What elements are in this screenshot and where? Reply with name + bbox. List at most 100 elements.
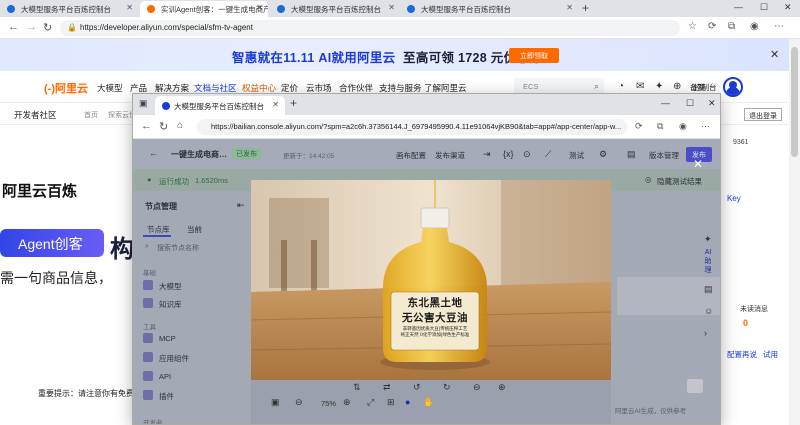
publish-channel-button[interactable]: 发布渠道 [435,150,465,161]
save-icon[interactable]: ▤ [627,149,636,160]
close-preview-icon[interactable]: ✕ [693,157,703,171]
extension-icon[interactable]: ⟳ [708,21,716,32]
profile-icon[interactable]: ◉ [750,21,759,32]
history-icon[interactable]: ⊙ [523,149,531,160]
sparkle-icon[interactable]: ✦ [704,234,712,245]
test-button[interactable]: 测试 [569,150,584,161]
zoom-level[interactable]: 75% [321,399,336,408]
page-scrollbar[interactable] [789,39,800,425]
fit-icon[interactable]: ⤢ [367,397,374,408]
more-icon[interactable]: ⋯ [774,21,784,32]
hide-result-link[interactable]: 隐藏测试结果 [657,176,702,187]
rotate-left-icon[interactable]: ↺ [413,382,421,393]
extension-icon[interactable]: ⧉ [657,121,663,132]
api-key-link[interactable]: Key [727,194,741,203]
console-link[interactable]: 控制台 [694,82,717,93]
collapse-icon[interactable]: ⇤ [237,200,245,211]
avatar[interactable] [723,77,743,97]
node-kb[interactable]: 知识库 [159,299,182,310]
banner-cta-button[interactable]: 立即领取 [509,48,559,63]
collections-icon[interactable]: ⧉ [728,21,735,32]
chart-icon[interactable]: ⟋ [545,149,551,160]
browser-tab[interactable]: 大模型服务平台百炼控制台 ✕ [0,1,138,17]
back-icon[interactable]: ← [8,21,19,33]
refresh-page-icon[interactable]: ⟳ [635,121,643,132]
scrollbar-thumb[interactable] [791,47,798,157]
tab-node-library[interactable]: 节点库 [147,224,170,235]
forward-icon[interactable]: → [26,21,37,33]
language-icon[interactable]: ⊕ [673,81,681,92]
ai-assistant-label[interactable]: AI助理 [702,248,714,275]
flip-horizontal-icon[interactable]: ⇄ [383,382,391,393]
zoom-out-icon[interactable]: ⊖ [473,382,481,393]
settings-icon[interactable]: ⚙ [599,149,607,160]
flip-vertical-icon[interactable]: ⇅ [353,382,361,393]
rotate-right-icon[interactable]: ↻ [443,382,451,393]
minimize-icon[interactable]: — [734,2,743,12]
favorite-star-icon[interactable]: ☆ [688,21,697,32]
close-icon[interactable]: ✕ [770,48,779,61]
browser-tab-active[interactable]: 实训Agent创客：一键生成电商产品 ✕ [140,1,268,17]
community-title[interactable]: 开发者社区 [14,109,57,121]
node-mcp[interactable]: MCP [159,334,176,343]
chevron-right-icon[interactable]: › [704,328,707,338]
zoom-in-icon[interactable]: ⊕ [343,397,351,408]
breadcrumb-home[interactable]: 首页 [84,110,98,120]
close-window-icon[interactable]: ✕ [708,98,716,109]
new-tab-icon[interactable]: + [582,1,589,15]
close-window-icon[interactable]: ✕ [784,2,792,13]
nav-item[interactable]: 大模型 [97,82,123,94]
logout-button[interactable]: 退出登录 [744,108,782,121]
canvas-config-button[interactable]: 画布配置 [396,150,426,161]
cart-icon[interactable]: ◔ [618,81,624,92]
reload-icon[interactable]: ↻ [159,120,168,133]
home-icon[interactable]: ⌂ [177,120,183,131]
message-icon[interactable]: ✉ [636,81,644,92]
zoom-in-icon[interactable]: ⊕ [498,382,506,393]
preview-image[interactable]: 东北黑土地 无公害大豆油 非转基因优质大豆|传统压榨工艺 纯正天然 0化学添加|… [251,180,611,380]
popup-url-field[interactable]: https://bailian.console.aliyun.com/?spm=… [197,119,627,135]
back-arrow-icon[interactable]: ← [149,148,158,158]
close-icon[interactable]: ✕ [126,3,133,12]
promo-banner[interactable]: 智惠就在11.11 AI就用阿里云 至高可领 1728 元优惠券 立即领取 ✕ [0,39,789,71]
node-llm[interactable]: 大模型 [159,281,182,292]
zoom-out-icon[interactable]: ⊖ [295,397,303,408]
url-field[interactable]: 🔒 https://developer.aliyun.com/special/s… [60,20,680,36]
maximize-icon[interactable]: ☐ [760,2,768,13]
trial-link[interactable]: 试用 [763,349,778,360]
browser-tab[interactable]: 大模型服务平台百炼控制台 ✕ [400,1,578,17]
version-button[interactable]: 版本管理 [649,150,679,161]
pointer-icon[interactable]: ● [405,397,410,407]
layout-icon[interactable]: ⊞ [387,397,395,408]
minimize-icon[interactable]: — [661,98,670,108]
close-icon[interactable]: ✕ [566,3,573,12]
node-app[interactable]: 应用组件 [159,353,189,364]
variable-icon[interactable]: {x} [503,149,514,159]
browser-tab[interactable]: 大模型服务平台百炼控制台 ✕ [270,1,400,17]
hand-icon[interactable]: ✋ [423,397,434,408]
close-icon[interactable]: ✕ [388,3,395,12]
reload-icon[interactable]: ↻ [43,21,52,34]
eye-off-icon[interactable]: ◎ [645,175,652,184]
aliyun-logo[interactable]: (-)阿里云 [44,80,88,96]
profile-icon[interactable]: ◉ [679,121,687,132]
node-api[interactable]: API [159,372,171,381]
tab-current[interactable]: 当前 [187,224,202,235]
config-link[interactable]: 配置再说 [727,349,757,360]
node-search-input[interactable]: ⌕ 搜索节点名称 [143,241,241,255]
export-icon[interactable]: ⇥ [483,149,491,160]
close-icon[interactable]: ✕ [256,3,263,12]
tab-actions-icon[interactable]: ▣ [139,98,148,109]
popup-tab[interactable]: 大模型服务平台百炼控制台 ✕ [155,96,285,115]
new-tab-icon[interactable]: + [290,96,297,110]
back-icon[interactable]: ← [141,120,152,132]
image-icon[interactable]: ▣ [271,397,280,408]
search-icon[interactable]: ⌕ [594,81,599,92]
close-icon[interactable]: ✕ [272,100,279,109]
document-icon[interactable]: ▤ [704,284,713,295]
ai-icon[interactable]: ✦ [655,81,663,92]
node-plugin[interactable]: 插件 [159,391,174,402]
maximize-icon[interactable]: ☐ [686,98,694,109]
more-icon[interactable]: ⋯ [701,121,710,132]
feedback-icon[interactable]: ☺ [704,306,713,316]
